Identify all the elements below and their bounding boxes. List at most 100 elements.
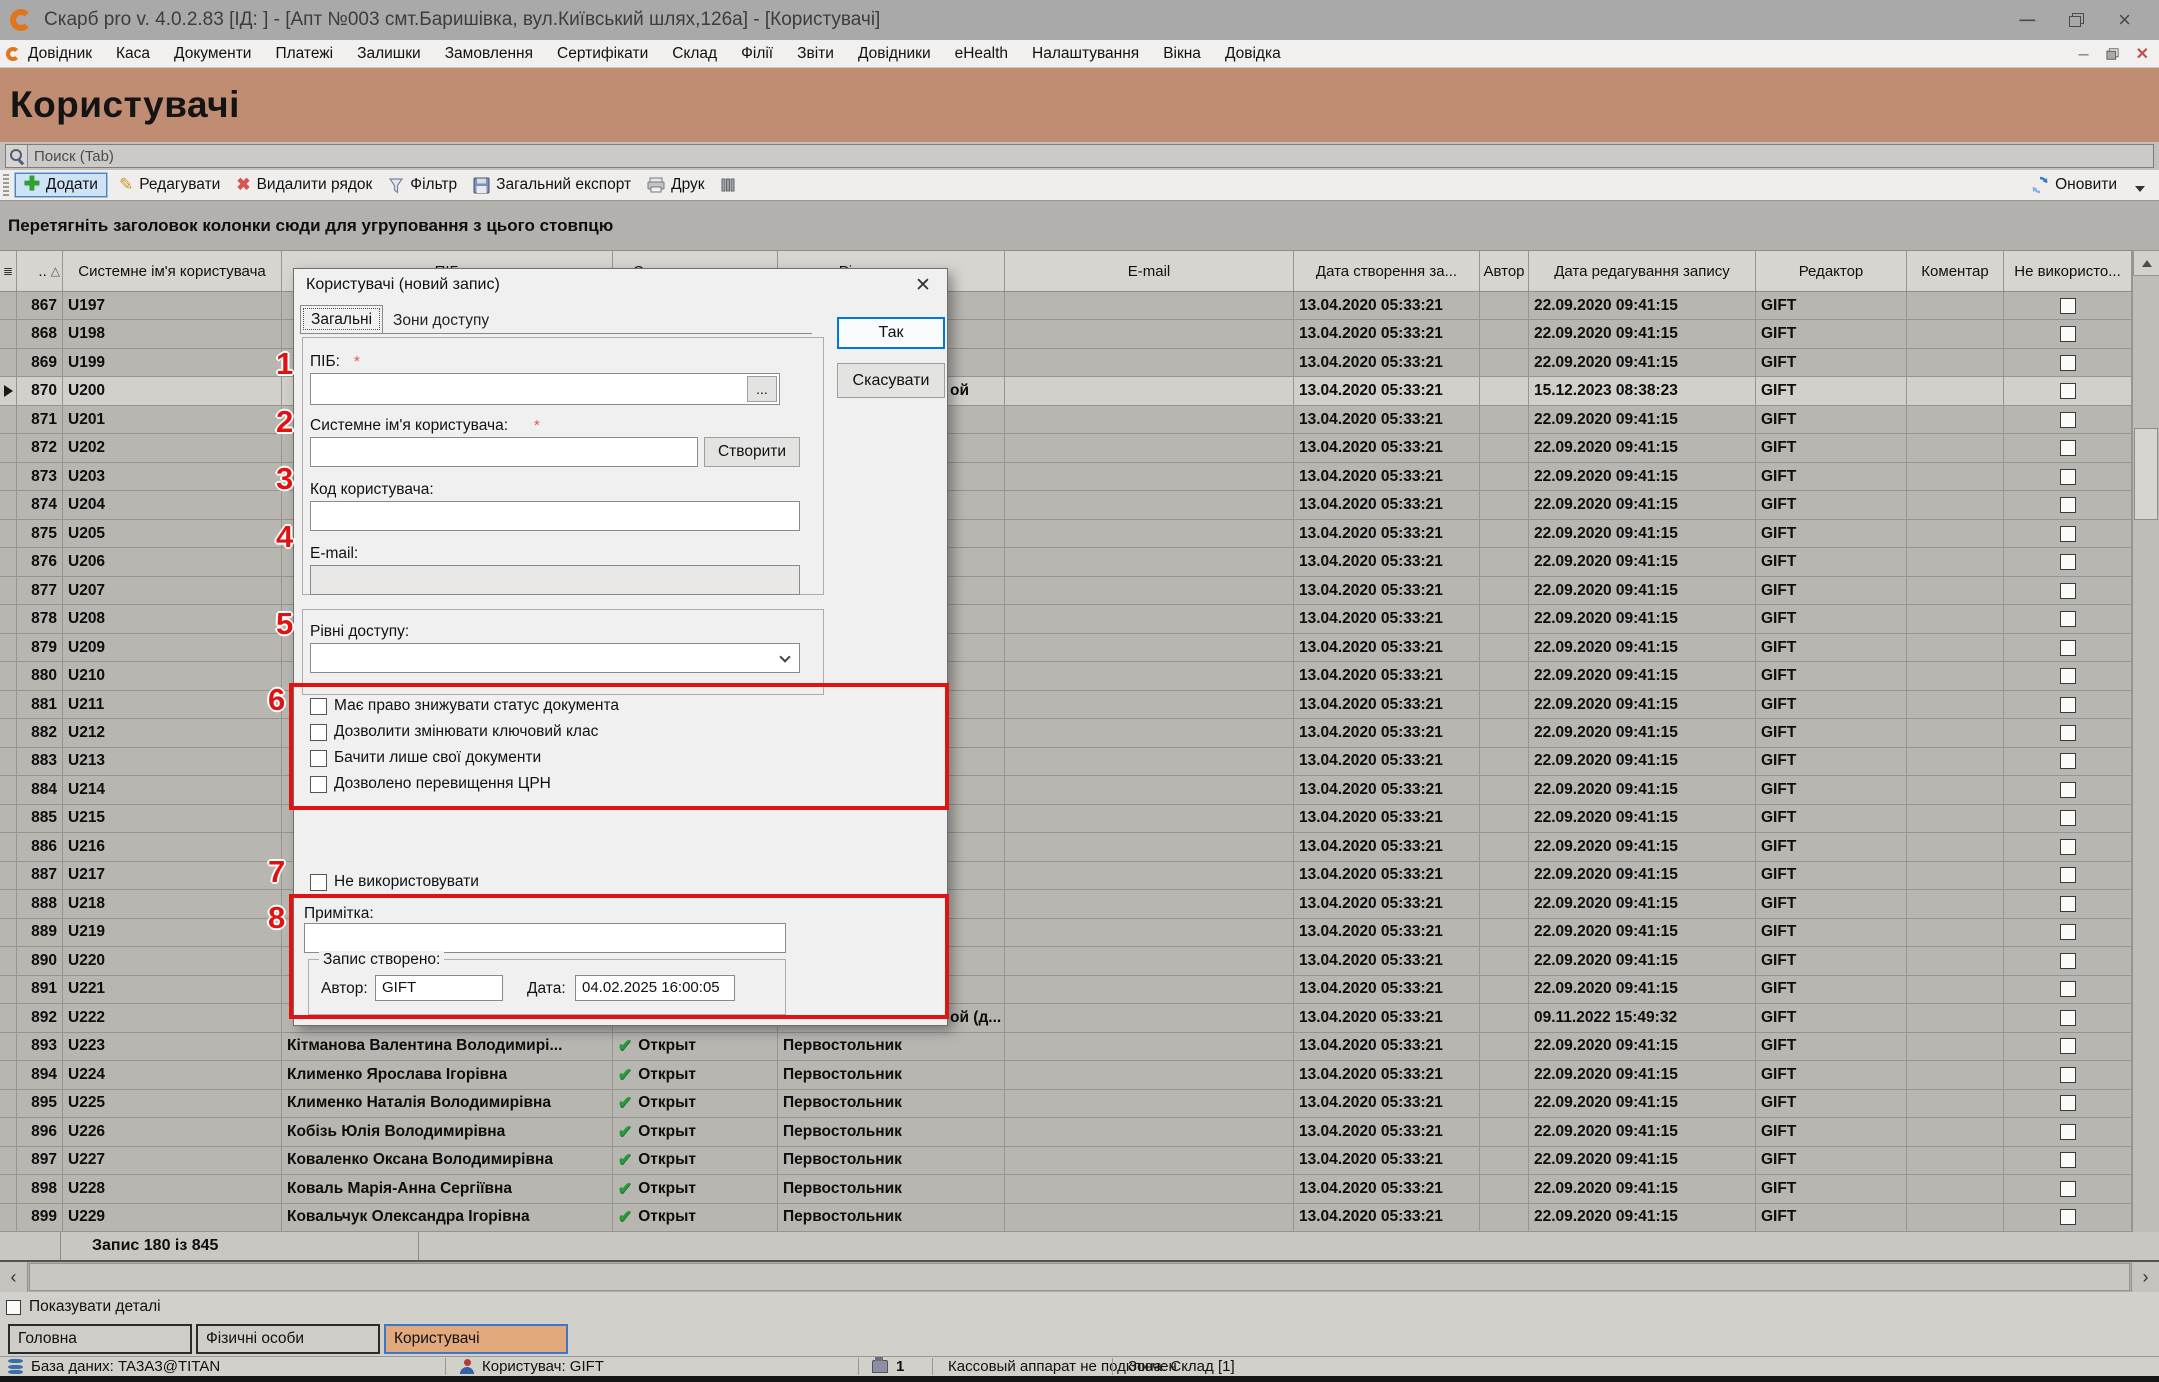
not-use-checkbox[interactable]: [310, 874, 327, 891]
notused-checkbox[interactable]: [2060, 1181, 2076, 1197]
menu-item[interactable]: Склад: [672, 45, 717, 62]
menu-item[interactable]: Платежі: [275, 45, 333, 62]
table-row[interactable]: 894U224Клименко Ярослава Ігорівна✔Открыт…: [0, 1061, 2132, 1089]
menu-item[interactable]: Вікна: [1163, 45, 1201, 62]
table-row[interactable]: 899U229Ковальчук Олександра Ігорівна✔Отк…: [0, 1204, 2132, 1232]
footer-tab-1[interactable]: Головна: [8, 1324, 192, 1354]
notused-checkbox[interactable]: [2060, 1209, 2076, 1225]
header-email[interactable]: E-mail: [1005, 251, 1294, 291]
menu-item[interactable]: Сертифікати: [557, 45, 648, 62]
header-comment[interactable]: Коментар: [1907, 251, 2004, 291]
notused-checkbox[interactable]: [2060, 753, 2076, 769]
notused-checkbox[interactable]: [2060, 554, 2076, 570]
notused-checkbox[interactable]: [2060, 412, 2076, 428]
usercode-input[interactable]: [310, 501, 800, 531]
footer-tab-2[interactable]: Фізичні особи: [196, 1324, 380, 1354]
notused-checkbox[interactable]: [2060, 924, 2076, 940]
table-row[interactable]: 893U223Кітманова Валентина Володимирі...…: [0, 1033, 2132, 1061]
notused-checkbox[interactable]: [2060, 1124, 2076, 1140]
menu-item[interactable]: Філії: [741, 45, 773, 62]
footer-tab-3[interactable]: Користувачі: [384, 1324, 568, 1354]
menu-item[interactable]: Замовлення: [445, 45, 533, 62]
menu-item[interactable]: Звіти: [797, 45, 834, 62]
notused-checkbox[interactable]: [2060, 611, 2076, 627]
edit-button[interactable]: ✎ Редагувати: [111, 173, 228, 197]
header-editor[interactable]: Редактор: [1756, 251, 1907, 291]
notused-checkbox[interactable]: [2060, 1010, 2076, 1026]
header-created[interactable]: Дата створення за...: [1294, 251, 1480, 291]
table-row[interactable]: 897U227Коваленко Оксана Володимирівна✔От…: [0, 1147, 2132, 1175]
group-by-zone[interactable]: Перетягніть заголовок колонки сюди для у…: [0, 200, 2159, 250]
scroll-up-arrow[interactable]: [2133, 250, 2159, 276]
close-button[interactable]: ×: [2118, 9, 2131, 31]
header-num[interactable]: ..△: [17, 251, 63, 291]
menu-item[interactable]: Залишки: [357, 45, 421, 62]
cancel-button[interactable]: Скасувати: [837, 363, 945, 398]
notused-checkbox[interactable]: [2060, 896, 2076, 912]
menu-item[interactable]: Каса: [116, 45, 150, 62]
refresh-button[interactable]: Оновити: [2023, 174, 2125, 196]
header-row-selector[interactable]: ≣: [0, 251, 17, 291]
table-row[interactable]: 896U226Кобізь Юлія Володимирівна✔ОткрытП…: [0, 1118, 2132, 1146]
header-sysname[interactable]: Системне ім'я користувача: [63, 251, 282, 291]
pib-lookup-button[interactable]: ...: [747, 376, 777, 402]
ok-button[interactable]: Так: [837, 317, 945, 349]
print-button[interactable]: Друк: [639, 174, 712, 196]
horizontal-scroll-thumb[interactable]: [29, 1263, 2130, 1291]
refresh-dropdown-icon[interactable]: [2135, 186, 2145, 192]
notused-checkbox[interactable]: [2060, 725, 2076, 741]
delete-row-button[interactable]: ✖ Видалити рядок: [228, 173, 380, 197]
mdi-close-button[interactable]: ✕: [2136, 44, 2149, 64]
table-row[interactable]: 895U225Клименко Наталія Володимирівна✔От…: [0, 1090, 2132, 1118]
notused-checkbox[interactable]: [2060, 981, 2076, 997]
notused-checkbox[interactable]: [2060, 839, 2076, 855]
vertical-scrollbar[interactable]: [2132, 250, 2159, 1262]
tab-general[interactable]: Загальні: [300, 305, 383, 333]
header-notused[interactable]: Не використо...: [2004, 251, 2132, 291]
horizontal-scrollbar[interactable]: ‹ ›: [0, 1262, 2159, 1292]
show-details-checkbox[interactable]: [6, 1300, 21, 1315]
restore-button[interactable]: [2069, 13, 2084, 27]
notused-checkbox[interactable]: [2060, 953, 2076, 969]
notused-checkbox[interactable]: [2060, 469, 2076, 485]
notused-checkbox[interactable]: [2060, 668, 2076, 684]
notused-checkbox[interactable]: [2060, 697, 2076, 713]
sysname-input[interactable]: [310, 437, 698, 467]
notused-checkbox[interactable]: [2060, 810, 2076, 826]
create-button[interactable]: Створити: [704, 437, 800, 467]
notused-checkbox[interactable]: [2060, 497, 2076, 513]
mdi-restore-button[interactable]: [2106, 48, 2118, 59]
filter-button[interactable]: Фільтр: [380, 174, 465, 196]
notused-checkbox[interactable]: [2060, 867, 2076, 883]
menu-item[interactable]: Документи: [174, 45, 251, 62]
notused-checkbox[interactable]: [2060, 1067, 2076, 1083]
notused-checkbox[interactable]: [2060, 355, 2076, 371]
menu-item[interactable]: Довідник: [28, 45, 92, 62]
header-author[interactable]: Автор: [1480, 251, 1529, 291]
notused-checkbox[interactable]: [2060, 298, 2076, 314]
minimize-button[interactable]: ─: [2020, 9, 2036, 31]
menu-item[interactable]: eHealth: [955, 45, 1008, 62]
notused-checkbox[interactable]: [2060, 326, 2076, 342]
export-button[interactable]: Загальний експорт: [465, 174, 639, 196]
mdi-minimize-button[interactable]: ─: [2079, 46, 2089, 62]
notused-checkbox[interactable]: [2060, 583, 2076, 599]
pib-input[interactable]: [310, 373, 780, 405]
notused-checkbox[interactable]: [2060, 640, 2076, 656]
vertical-scroll-thumb[interactable]: [2134, 428, 2158, 520]
notused-checkbox[interactable]: [2060, 1152, 2076, 1168]
notused-checkbox[interactable]: [2060, 526, 2076, 542]
not-use-row[interactable]: Не використовувати: [310, 873, 479, 891]
add-button[interactable]: ✚ Додати: [15, 173, 107, 197]
scroll-left-arrow[interactable]: ‹: [0, 1262, 28, 1292]
scroll-right-arrow[interactable]: ›: [2131, 1262, 2159, 1292]
search-input[interactable]: Поиск (Tab): [5, 144, 2154, 168]
notused-checkbox[interactable]: [2060, 383, 2076, 399]
menu-item[interactable]: Налаштування: [1032, 45, 1139, 62]
notused-checkbox[interactable]: [2060, 782, 2076, 798]
tab-access-zones[interactable]: Зони доступу: [383, 307, 499, 335]
table-row[interactable]: 898U228Коваль Марія-Анна Сергіївна✔Откры…: [0, 1175, 2132, 1203]
columns-button[interactable]: [713, 175, 743, 195]
levels-select[interactable]: [310, 643, 800, 673]
menu-item[interactable]: Довідники: [858, 45, 931, 62]
